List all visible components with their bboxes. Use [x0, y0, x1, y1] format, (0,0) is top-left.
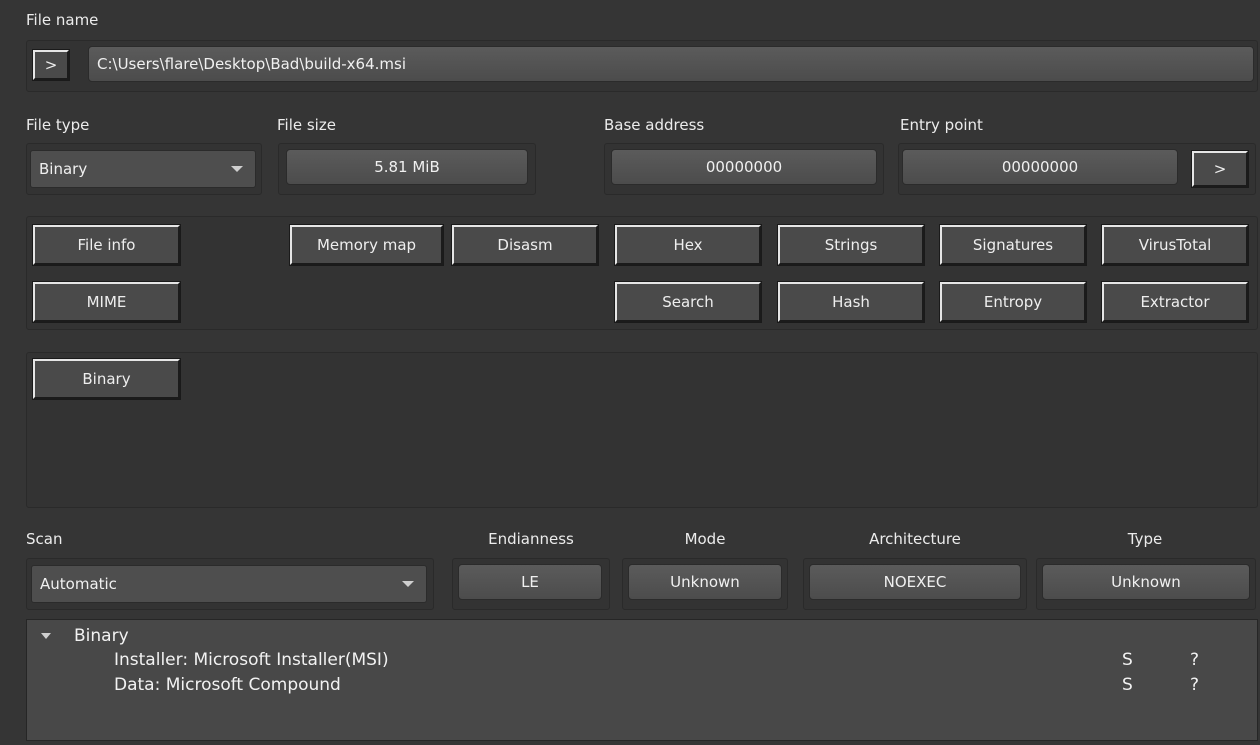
- base-address-field: 00000000: [611, 149, 877, 185]
- tree-item-installer[interactable]: Installer: Microsoft Installer(MSI): [114, 650, 389, 670]
- endianness-field: LE: [458, 564, 602, 600]
- file-type-value: Binary: [39, 160, 88, 178]
- extractor-button[interactable]: Extractor: [1101, 281, 1249, 323]
- tree-item-data-extra[interactable]: ?: [1190, 675, 1199, 695]
- scan-value: Automatic: [40, 575, 117, 593]
- entry-point-button[interactable]: >: [1191, 150, 1249, 188]
- expand-triangle-icon[interactable]: [41, 633, 51, 639]
- file-size-field: 5.81 MiB: [286, 149, 528, 185]
- file-info-button[interactable]: File info: [32, 224, 181, 266]
- architecture-label: Architecture: [869, 530, 961, 548]
- chevron-down-icon: [231, 166, 243, 172]
- mode-field: Unknown: [628, 564, 782, 600]
- types-panel: [26, 352, 1258, 508]
- architecture-field: NOEXEC: [809, 564, 1021, 600]
- type-field: Unknown: [1042, 564, 1250, 600]
- search-button[interactable]: Search: [614, 281, 762, 323]
- hex-button[interactable]: Hex: [614, 224, 762, 266]
- type-label: Type: [1127, 530, 1163, 548]
- base-address-label: Base address: [604, 116, 705, 134]
- mime-button[interactable]: MIME: [32, 281, 181, 323]
- entry-point-field: 00000000: [902, 149, 1178, 185]
- file-name-label: File name: [26, 11, 99, 29]
- mode-label: Mode: [684, 530, 726, 548]
- file-type-select[interactable]: Binary: [30, 150, 256, 188]
- memory-map-button[interactable]: Memory map: [289, 224, 444, 266]
- scan-label: Scan: [26, 530, 63, 548]
- file-path-field[interactable]: C:\Users\flare\Desktop\Bad\build-x64.msi: [88, 46, 1254, 82]
- tree-item-data-flag: S: [1122, 675, 1133, 695]
- disasm-button[interactable]: Disasm: [451, 224, 599, 266]
- entry-point-label: Entry point: [900, 116, 983, 134]
- signatures-button[interactable]: Signatures: [939, 224, 1087, 266]
- file-type-label: File type: [26, 116, 90, 134]
- endianness-label: Endianness: [488, 530, 574, 548]
- tree-item-installer-extra[interactable]: ?: [1190, 650, 1199, 670]
- strings-button[interactable]: Strings: [777, 224, 925, 266]
- open-file-button[interactable]: >: [32, 49, 70, 81]
- file-size-label: File size: [277, 116, 336, 134]
- tree-item-installer-flag: S: [1122, 650, 1133, 670]
- entropy-button[interactable]: Entropy: [939, 281, 1087, 323]
- hash-button[interactable]: Hash: [777, 281, 925, 323]
- virustotal-button[interactable]: VirusTotal: [1101, 224, 1249, 266]
- tree-root-binary[interactable]: Binary: [74, 626, 129, 646]
- binary-type-button[interactable]: Binary: [32, 358, 181, 400]
- tree-item-data[interactable]: Data: Microsoft Compound: [114, 675, 341, 695]
- scan-select[interactable]: Automatic: [31, 565, 427, 603]
- chevron-down-icon: [402, 581, 414, 587]
